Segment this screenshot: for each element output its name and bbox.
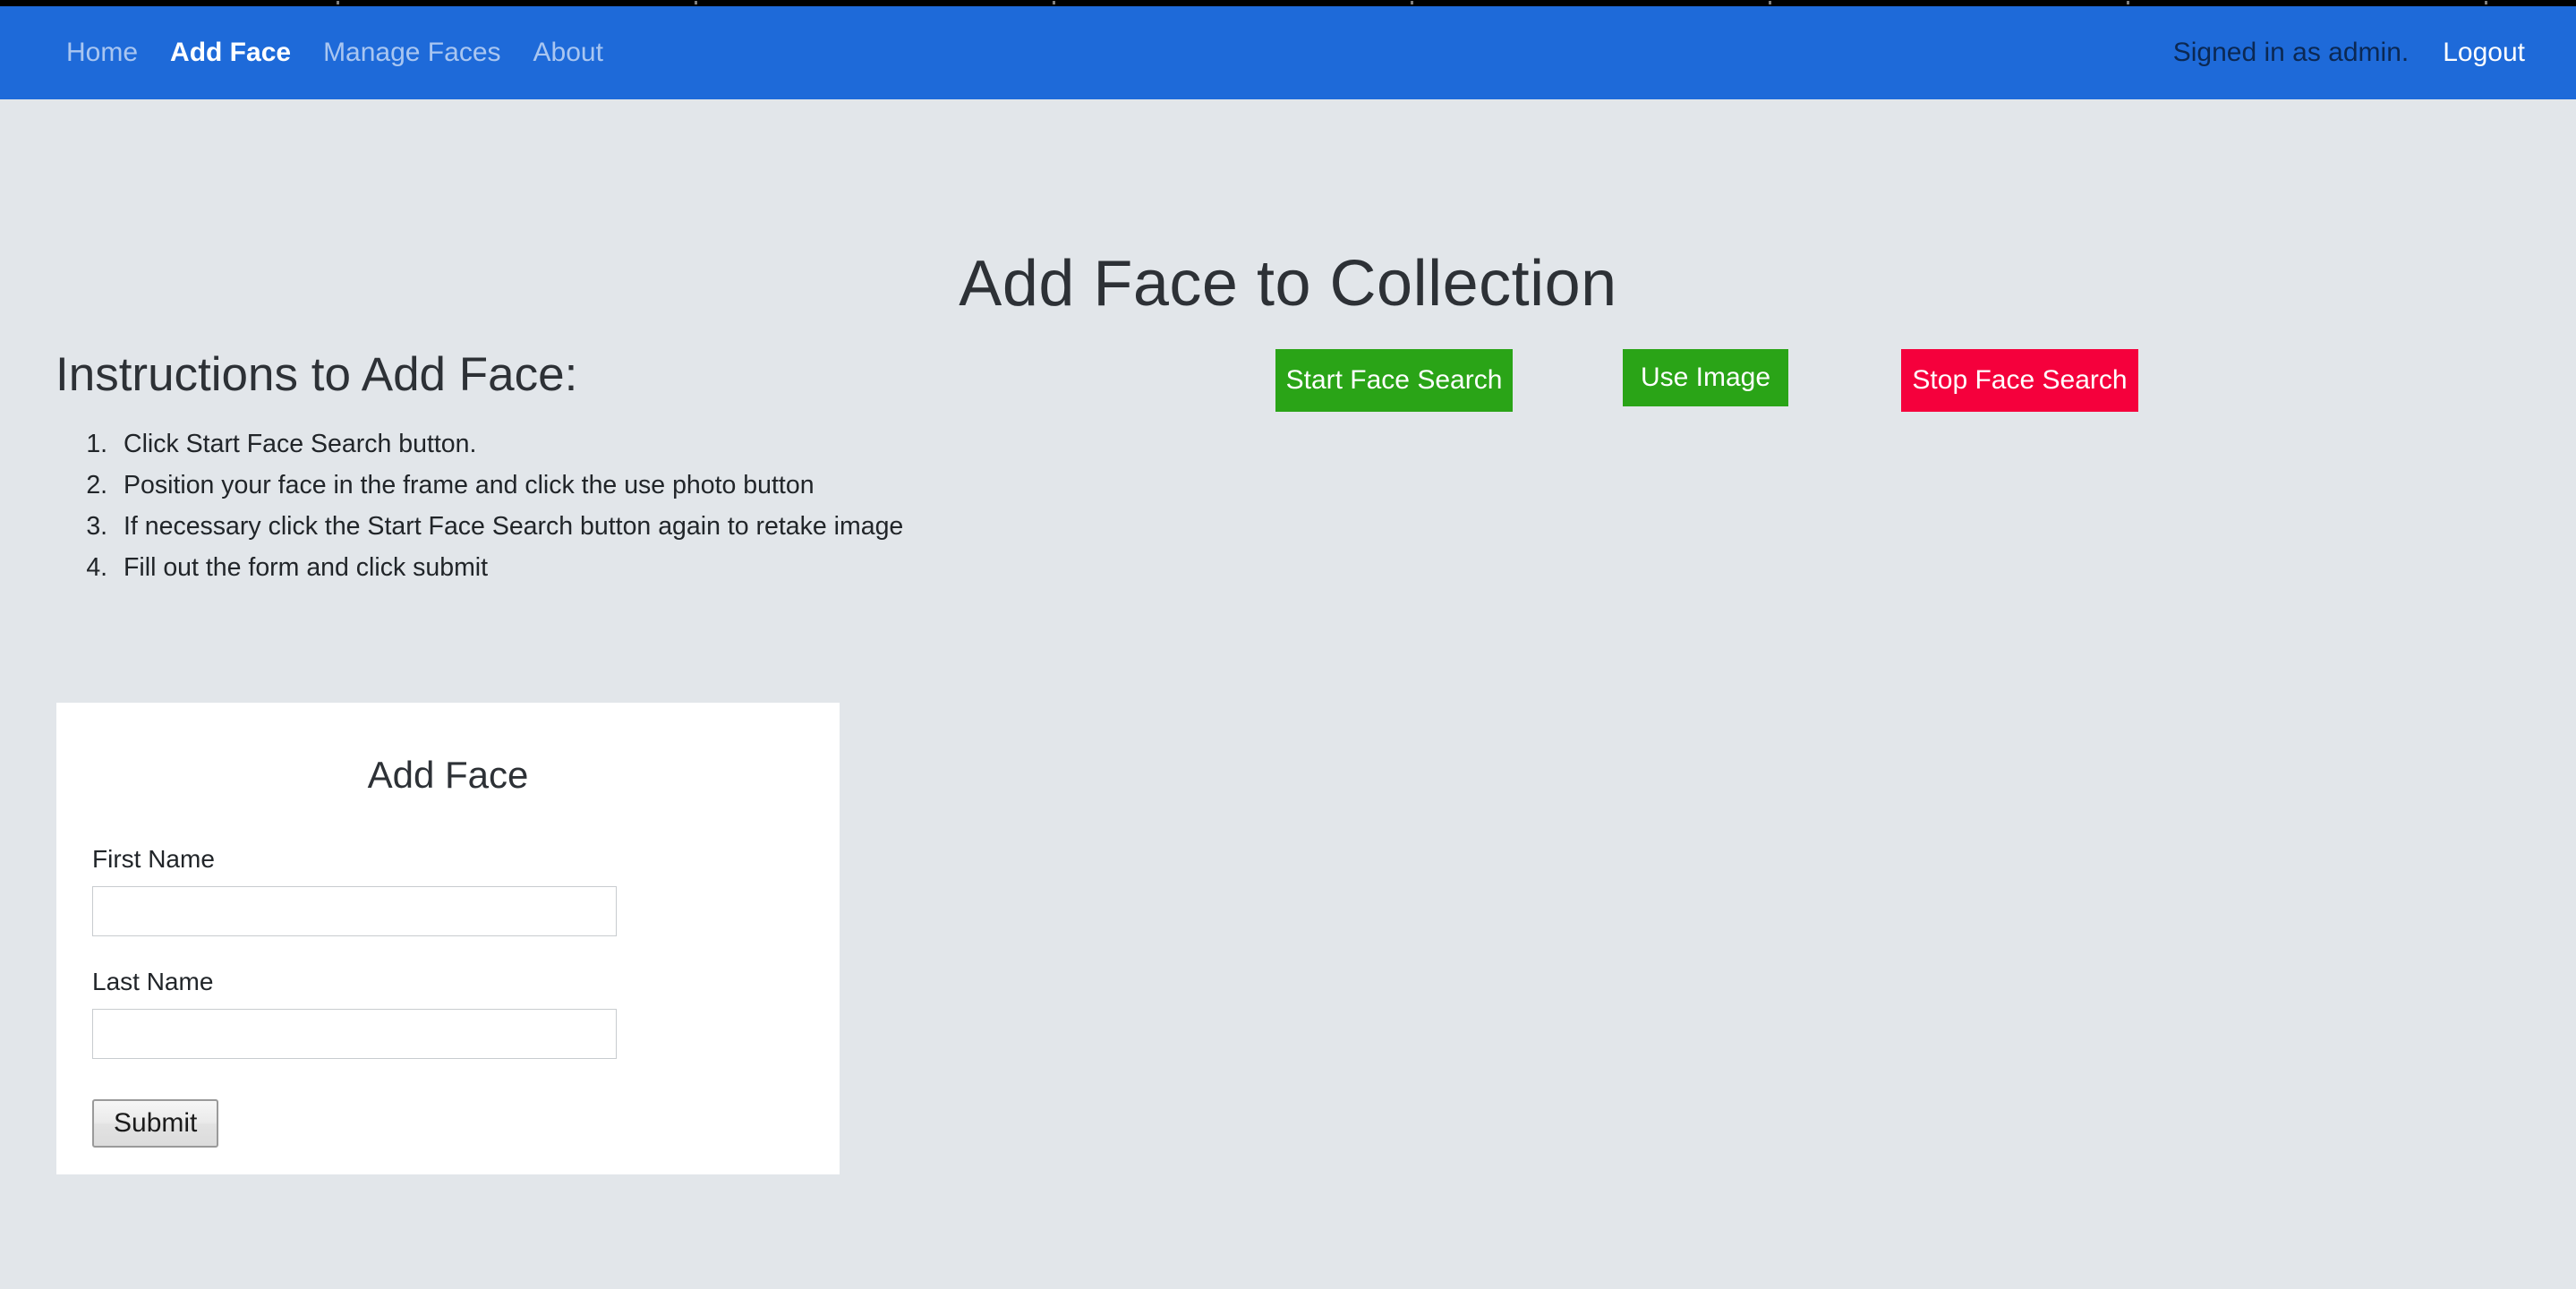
ruler-tick — [1769, 1, 1771, 4]
first-name-input[interactable] — [92, 886, 617, 936]
instruction-step: If necessary click the Start Face Search… — [115, 506, 933, 547]
signed-in-status: Signed in as admin. — [2173, 38, 2410, 68]
ruler-tick — [695, 1, 697, 4]
nav-link-add-face[interactable]: Add Face — [170, 38, 291, 68]
ruler-tick — [2127, 1, 2129, 4]
nav-link-manage-faces[interactable]: Manage Faces — [323, 38, 500, 68]
add-face-form-card: Add Face First Name Last Name Submit — [56, 703, 840, 1174]
first-name-label: First Name — [92, 845, 840, 874]
top-ruler-strip — [0, 0, 2576, 6]
face-search-action-bar: Start Face Search Use Image Stop Face Se… — [1275, 349, 2138, 412]
ruler-tick — [337, 1, 339, 4]
nav-link-about[interactable]: About — [533, 38, 603, 68]
first-name-group: First Name — [92, 845, 840, 936]
stop-face-search-button[interactable]: Stop Face Search — [1901, 349, 2138, 412]
instructions-heading: Instructions to Add Face: — [55, 347, 933, 402]
logout-link[interactable]: Logout — [2443, 38, 2525, 68]
instructions-list: Click Start Face Search button. Position… — [55, 423, 933, 589]
last-name-group: Last Name — [92, 968, 840, 1059]
add-face-form: First Name Last Name Submit — [56, 845, 840, 1148]
start-face-search-button[interactable]: Start Face Search — [1275, 349, 1513, 412]
ruler-tick — [1411, 1, 1413, 4]
main-navbar: Home Add Face Manage Faces About Signed … — [0, 6, 2576, 99]
last-name-input[interactable] — [92, 1009, 617, 1059]
last-name-label: Last Name — [92, 968, 840, 996]
instructions-section: Instructions to Add Face: Click Start Fa… — [55, 347, 933, 589]
navbar-links: Home Add Face Manage Faces About — [66, 38, 635, 68]
form-card-title: Add Face — [56, 754, 840, 797]
page-root: Home Add Face Manage Faces About Signed … — [0, 0, 2576, 1289]
nav-link-home[interactable]: Home — [66, 38, 138, 68]
ruler-tick — [2485, 1, 2487, 4]
instruction-step: Fill out the form and click submit — [115, 547, 933, 588]
submit-button[interactable]: Submit — [92, 1099, 218, 1148]
use-image-button[interactable]: Use Image — [1623, 349, 1788, 406]
navbar-user-area: Signed in as admin. Logout — [2173, 38, 2525, 68]
ruler-tick — [1053, 1, 1055, 4]
instruction-step: Position your face in the frame and clic… — [115, 465, 933, 506]
instruction-step: Click Start Face Search button. — [115, 423, 933, 465]
page-title: Add Face to Collection — [0, 247, 2576, 320]
